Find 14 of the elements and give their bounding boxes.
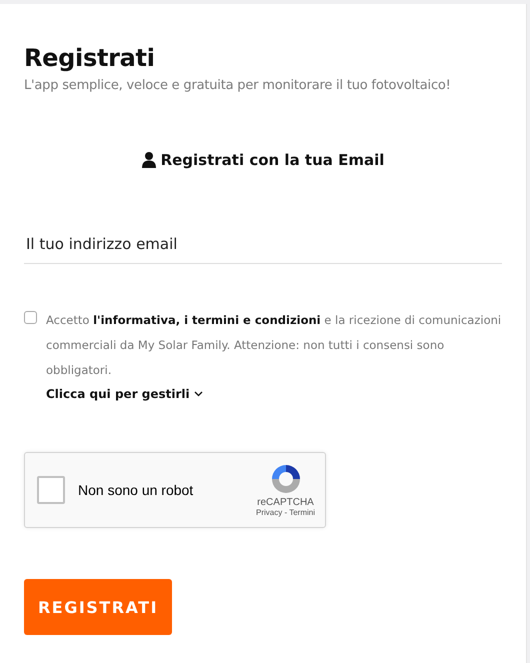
captcha-label: Non sono un robot xyxy=(78,482,194,498)
consent-checkbox[interactable] xyxy=(24,311,37,324)
captcha-checkbox[interactable] xyxy=(37,476,65,504)
section-heading: Registrati con la tua Email xyxy=(160,151,384,169)
captcha-links[interactable]: Privacy - Termini xyxy=(256,508,315,517)
subtitle: L'app semplice, veloce e gratuita per monitorare il tuo fotovoltaico! xyxy=(24,78,452,93)
user-icon xyxy=(142,152,156,168)
email-field[interactable]: Il tuo indirizzo email xyxy=(24,235,502,264)
page-title: Registrati xyxy=(24,44,156,72)
recaptcha-logo-icon xyxy=(270,463,302,495)
manage-consents-link[interactable]: Clicca qui per gestirli xyxy=(46,387,203,401)
consent-text: Accetto l'informativa, i termini e condizioni e la ricezione di comunicazioni commerciali da My Solar Family. Attenzione: non tutti i consensi sono obbligatori. xyxy=(46,312,502,379)
chevron-down-icon xyxy=(194,391,203,397)
captcha-brand: reCAPTCHA xyxy=(257,497,314,508)
